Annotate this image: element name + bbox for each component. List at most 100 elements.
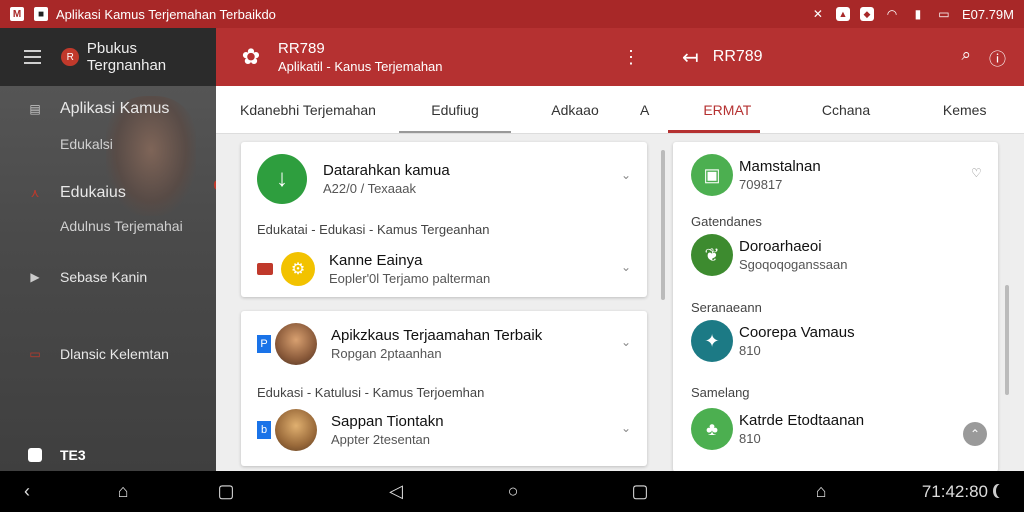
section-header: Seranaeann [691, 300, 762, 315]
search-icon[interactable]: ⌕ [961, 45, 971, 70]
item-title: Apikzkaus Terjaamahan Terbaik [331, 327, 543, 344]
item-subtitle: 709817 [739, 177, 783, 192]
drawer-header: R Pbukus Tergnanhan [0, 28, 216, 86]
item-subtitle: 810 [739, 431, 761, 446]
lock-icon [28, 448, 42, 462]
drawer-item-label: Dlansic Kelemtan [60, 346, 169, 362]
clock: 71:42:80 [921, 481, 988, 501]
ai-icon: ⋏ [30, 186, 40, 200]
leaf-icon: ❦ [691, 234, 733, 276]
tab-edufiug[interactable]: Edufiug [400, 86, 510, 133]
recents-icon[interactable]: ▢ [628, 471, 652, 512]
app-icon: ▣ [691, 154, 733, 196]
item-title: Datarahkan kamua [323, 162, 450, 179]
card-caption: Edukatai - Edukasi - Kamus Tergeanhan [257, 222, 490, 237]
section-header: Gatendanes [691, 214, 762, 229]
item-subtitle: Appter 2tesentan [331, 432, 431, 447]
list-item[interactable]: ❦ Doroarhaeoi Sgoqoqoganssaan [691, 234, 847, 276]
scrollbar[interactable] [1005, 285, 1009, 395]
detail-title: RR789 [712, 48, 763, 65]
drawer-title: Pbukus Tergnanhan [86, 40, 167, 74]
video-icon: ▭ [29, 347, 41, 361]
drawer-item-dlansic[interactable]: ▭ Dlansic Kelemtan [28, 346, 169, 362]
home-icon[interactable]: ⌂ [110, 471, 136, 512]
home-icon[interactable]: ⌂ [808, 471, 834, 512]
app-card[interactable]: ↓ Datarahkan kamua A22/0 / Texaaak ⌄ Edu… [241, 142, 647, 297]
moon-icon [996, 484, 1006, 498]
video-icon [257, 263, 273, 275]
tab-ermat[interactable]: ERMAT [668, 86, 787, 133]
list-item[interactable]: b Sappan Tiontakn Appter 2tesentan [257, 409, 444, 451]
no-sound-icon: ✕ [812, 7, 823, 21]
drawer-item-edukalsi[interactable]: Edukalsi [60, 136, 113, 152]
drawer-item-aplikasi-kamus[interactable]: ▤ Aplikasi Kamus [28, 100, 169, 118]
menu-icon[interactable] [24, 50, 42, 64]
list-item[interactable]: ✦ Coorepa Vamaus 810 [691, 320, 855, 362]
card-caption: Edukasi - Katulusi - Kamus Terjoemhan [257, 385, 485, 400]
tab-kemes[interactable]: Kemes [905, 86, 1024, 133]
drawer-item-label: Edukaius [60, 184, 126, 201]
home-icon[interactable]: ○ [500, 471, 526, 512]
recents-icon[interactable]: ▢ [214, 471, 238, 512]
scrollbar[interactable] [661, 150, 665, 300]
info-icon[interactable]: ⓘ [989, 45, 1006, 70]
tab-overflow[interactable]: A [640, 86, 668, 133]
item-title: Coorepa Vamaus [739, 324, 855, 341]
item-title: Kanne Eainya [329, 252, 423, 269]
app-badge-icon: M [10, 7, 24, 21]
back-icon[interactable]: ◁ [384, 471, 408, 512]
tab-adkaao[interactable]: Adkaao [510, 86, 640, 133]
item-subtitle: Sgoqoqoganssaan [739, 257, 848, 272]
bookmark-icon: b [257, 421, 271, 439]
avatar [275, 409, 317, 451]
app-logo-icon: ✿ [241, 44, 261, 69]
chevron-down-icon[interactable]: ⌄ [621, 168, 631, 182]
list-item[interactable]: P Apikzkaus Terjaamahan Terbaik Ropgan 2… [257, 323, 542, 365]
status-right-text: E07.79M [961, 6, 1014, 22]
list-item[interactable]: ⚙ Kanne Eainya Eopler'0l Terjamo palterm… [257, 252, 490, 286]
drawer-item-label: Sebase Kanin [60, 269, 148, 285]
heart-icon[interactable]: ♡ [971, 166, 982, 180]
chevron-down-icon[interactable]: ⌄ [621, 335, 631, 349]
list-item[interactable]: ▣ Mamstalnan 709817 [691, 154, 821, 196]
detail-tabs: ERMAT Cchana Kemes [668, 86, 1024, 134]
wifi-icon: ◠ [886, 7, 898, 21]
tree-icon: ♣ [691, 408, 733, 450]
chevron-down-icon[interactable]: ⌄ [621, 260, 631, 274]
app-logo-icon: R [61, 48, 79, 66]
drawer-item-label: Aplikasi Kamus [60, 100, 170, 117]
chevron-down-icon[interactable]: ⌄ [621, 421, 631, 435]
detail-card: ▣ Mamstalnan 709817 ♡ Gatendanes ❦ Doroa… [673, 142, 998, 472]
download-icon: ↓ [257, 154, 307, 204]
tab-terjemahan[interactable]: Kdanebhi Terjemahan [216, 86, 400, 133]
item-title: Sappan Tiontakn [331, 413, 444, 430]
tab-indicator [399, 131, 511, 133]
bookmark-icon: P [257, 335, 271, 353]
avatar [275, 323, 317, 365]
tab-indicator [668, 130, 760, 133]
list-item[interactable]: ♣ Katrde Etodtaanan 810 [691, 408, 864, 450]
drawer-item-sebase-kanin[interactable]: ▶ Sebase Kanin [28, 269, 147, 285]
app-card[interactable]: P Apikzkaus Terjaamahan Terbaik Ropgan 2… [241, 311, 647, 466]
status-bar: M ■ Aplikasi Kamus Terjemahan Terbaikdo … [0, 0, 1024, 28]
drawer-footer[interactable]: TE3 [28, 447, 86, 463]
detail-toolbar: ↤ RR789 ⌕ ⓘ [668, 28, 1024, 86]
list-item[interactable]: ↓ Datarahkan kamua A22/0 / Texaaak [257, 154, 450, 204]
item-title: Katrde Etodtaanan [739, 412, 865, 429]
toolbar-title: RR789 [278, 40, 325, 57]
save-icon: ▤ [29, 102, 41, 116]
navigation-drawer: R Pbukus Tergnanhan ▤ Aplikasi Kamus Edu… [0, 28, 216, 471]
system-nav-bar: ‹ ⌂ ▢ ◁ ○ ▢ ⌂ 71:42:80 [0, 471, 1024, 512]
share-icon[interactable]: ↤ [682, 45, 699, 70]
gear-icon: ⚙ [281, 252, 315, 286]
item-subtitle: A22/0 / Texaaak [323, 181, 416, 196]
tab-cchana[interactable]: Cchana [787, 86, 906, 133]
compass-icon: ✦ [691, 320, 733, 362]
drawer-item-edukaius[interactable]: ⋏ Edukaius [28, 184, 126, 202]
main-tabs: Kdanebhi Terjemahan Edufiug Adkaao A [216, 86, 668, 134]
drawer-item-adulnus[interactable]: Adulnus Terjemahai [60, 218, 183, 234]
item-subtitle: 810 [739, 343, 761, 358]
back-icon[interactable]: ‹ [14, 471, 40, 512]
overflow-menu-icon[interactable]: ⋮ [622, 47, 640, 68]
scroll-up-button[interactable]: ⌃ [963, 422, 987, 446]
